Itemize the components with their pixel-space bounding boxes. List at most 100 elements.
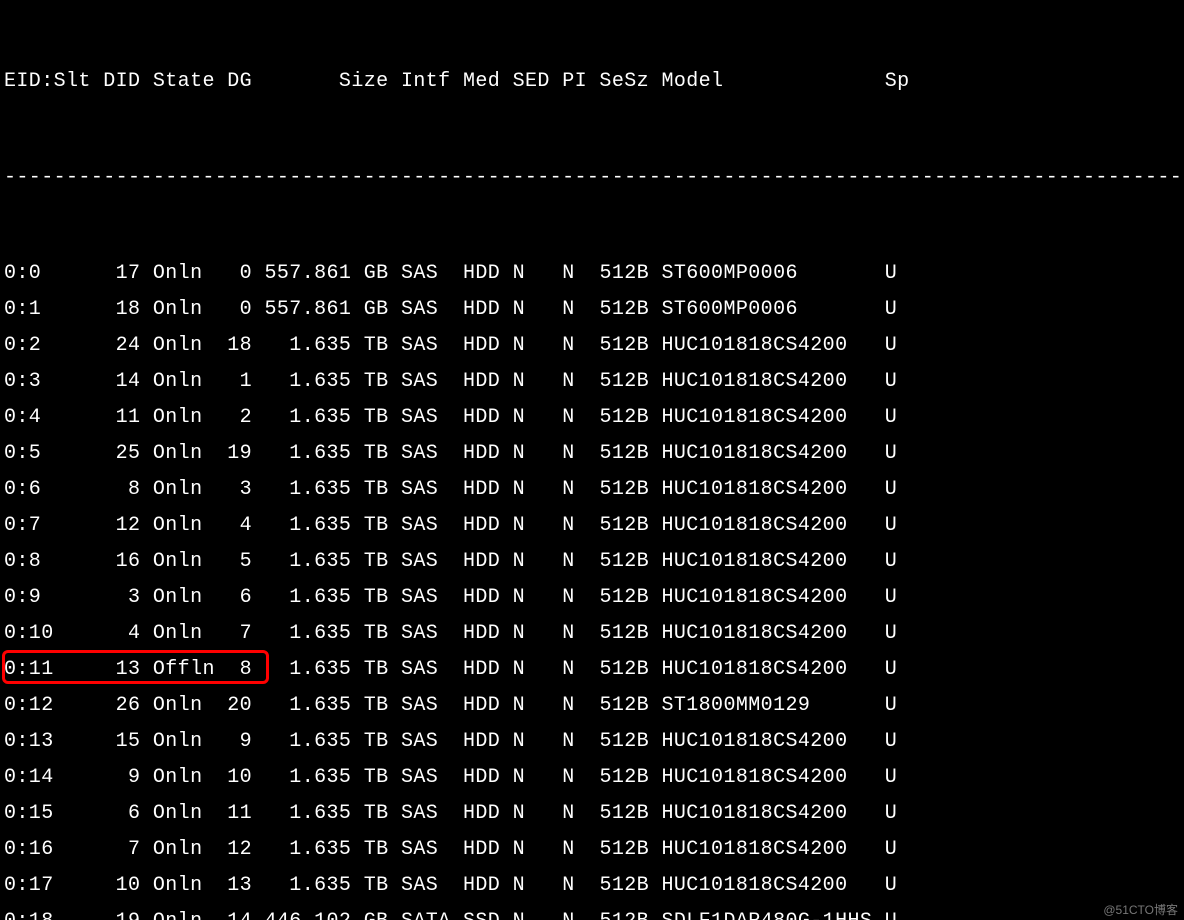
cell-did: 13 bbox=[103, 660, 140, 680]
cell-eid-slt: 0:6 bbox=[4, 480, 91, 500]
cell-eid-slt: 0:0 bbox=[4, 264, 91, 284]
cell-med: SSD bbox=[463, 912, 500, 920]
cell-model: HUC101818CS4200 bbox=[661, 588, 872, 608]
cell-size-unit: GB bbox=[364, 300, 389, 320]
cell-size-num: 1.635 bbox=[265, 444, 352, 464]
cell-med: HDD bbox=[463, 480, 500, 500]
cell-dg: 4 bbox=[227, 516, 252, 536]
table-row: 0:3 14 Onln 1 1.635 TB SAS HDD N N 512B … bbox=[4, 364, 1180, 400]
cell-did: 6 bbox=[103, 804, 140, 824]
cell-size-unit: TB bbox=[364, 516, 389, 536]
cell-sed: N bbox=[513, 588, 550, 608]
cell-model: HUC101818CS4200 bbox=[661, 372, 872, 392]
cell-intf: SAS bbox=[401, 876, 451, 896]
cell-pi: N bbox=[562, 768, 587, 788]
cell-did: 18 bbox=[103, 300, 140, 320]
cell-pi: N bbox=[562, 408, 587, 428]
cell-state: Onln bbox=[153, 444, 215, 464]
cell-dg: 19 bbox=[227, 444, 252, 464]
cell-state: Onln bbox=[153, 372, 215, 392]
cell-pi: N bbox=[562, 840, 587, 860]
cell-sp: U bbox=[885, 336, 897, 356]
cell-state: Onln bbox=[153, 516, 215, 536]
cell-intf: SAS bbox=[401, 264, 451, 284]
cell-dg: 5 bbox=[227, 552, 252, 572]
cell-med: HDD bbox=[463, 408, 500, 428]
cell-size-num: 1.635 bbox=[265, 696, 352, 716]
cell-size-unit: TB bbox=[364, 408, 389, 428]
cell-intf: SAS bbox=[401, 552, 451, 572]
cell-dg: 7 bbox=[227, 624, 252, 644]
cell-sp: U bbox=[885, 588, 897, 608]
cell-size-unit: GB bbox=[364, 912, 389, 920]
cell-sp: U bbox=[885, 408, 897, 428]
cell-did: 16 bbox=[103, 552, 140, 572]
cell-intf: SATA bbox=[401, 912, 451, 920]
cell-med: HDD bbox=[463, 876, 500, 896]
cell-med: HDD bbox=[463, 336, 500, 356]
table-row: 0:0 17 Onln 0 557.861 GB SAS HDD N N 512… bbox=[4, 256, 1180, 292]
cell-size-num: 446.102 bbox=[265, 912, 352, 920]
col-header-model: Model bbox=[661, 72, 723, 92]
cell-intf: SAS bbox=[401, 696, 451, 716]
cell-state: Onln bbox=[153, 768, 215, 788]
cell-sed: N bbox=[513, 624, 550, 644]
table-row: 0:5 25 Onln 19 1.635 TB SAS HDD N N 512B… bbox=[4, 436, 1180, 472]
cell-model: HUC101818CS4200 bbox=[661, 552, 872, 572]
cell-sed: N bbox=[513, 840, 550, 860]
cell-sed: N bbox=[513, 876, 550, 896]
cell-model: SDLF1DAR480G-1HHS bbox=[661, 912, 872, 920]
cell-sesz: 512B bbox=[599, 732, 649, 752]
cell-size-num: 557.861 bbox=[265, 264, 352, 284]
cell-intf: SAS bbox=[401, 660, 451, 680]
cell-state: Onln bbox=[153, 408, 215, 428]
cell-model: HUC101818CS4200 bbox=[661, 480, 872, 500]
cell-sesz: 512B bbox=[599, 516, 649, 536]
cell-sp: U bbox=[885, 876, 897, 896]
cell-pi: N bbox=[562, 552, 587, 572]
cell-size-unit: TB bbox=[364, 336, 389, 356]
cell-size-unit: TB bbox=[364, 732, 389, 752]
cell-did: 19 bbox=[103, 912, 140, 920]
table-row: 0:16 7 Onln 12 1.635 TB SAS HDD N N 512B… bbox=[4, 832, 1180, 868]
cell-med: HDD bbox=[463, 804, 500, 824]
cell-med: HDD bbox=[463, 444, 500, 464]
cell-did: 26 bbox=[103, 696, 140, 716]
cell-intf: SAS bbox=[401, 408, 451, 428]
col-header-intf: Intf bbox=[401, 72, 451, 92]
cell-dg: 18 bbox=[227, 336, 252, 356]
cell-model: HUC101818CS4200 bbox=[661, 660, 872, 680]
cell-model: HUC101818CS4200 bbox=[661, 804, 872, 824]
cell-size-num: 1.635 bbox=[265, 336, 352, 356]
cell-sed: N bbox=[513, 912, 550, 920]
cell-med: HDD bbox=[463, 660, 500, 680]
cell-intf: SAS bbox=[401, 588, 451, 608]
cell-size-num: 1.635 bbox=[265, 480, 352, 500]
cell-state: Onln bbox=[153, 588, 215, 608]
cell-size-num: 1.635 bbox=[265, 372, 352, 392]
cell-pi: N bbox=[562, 300, 587, 320]
cell-state: Onln bbox=[153, 624, 215, 644]
cell-model: HUC101818CS4200 bbox=[661, 840, 872, 860]
cell-med: HDD bbox=[463, 588, 500, 608]
cell-did: 12 bbox=[103, 516, 140, 536]
cell-model: HUC101818CS4200 bbox=[661, 336, 872, 356]
cell-sesz: 512B bbox=[599, 444, 649, 464]
cell-sesz: 512B bbox=[599, 372, 649, 392]
cell-sesz: 512B bbox=[599, 264, 649, 284]
cell-size-num: 1.635 bbox=[265, 804, 352, 824]
cell-intf: SAS bbox=[401, 804, 451, 824]
cell-pi: N bbox=[562, 624, 587, 644]
cell-intf: SAS bbox=[401, 624, 451, 644]
cell-intf: SAS bbox=[401, 768, 451, 788]
cell-eid-slt: 0:8 bbox=[4, 552, 91, 572]
cell-size-unit: TB bbox=[364, 768, 389, 788]
cell-state: Onln bbox=[153, 876, 215, 896]
cell-pi: N bbox=[562, 804, 587, 824]
cell-sp: U bbox=[885, 804, 897, 824]
cell-did: 9 bbox=[103, 768, 140, 788]
terminal-output: EID:Slt DID State DG Size Intf Med SED P… bbox=[0, 0, 1184, 920]
cell-model: ST1800MM0129 bbox=[661, 696, 872, 716]
cell-eid-slt: 0:18 bbox=[4, 912, 91, 920]
cell-dg: 0 bbox=[227, 264, 252, 284]
